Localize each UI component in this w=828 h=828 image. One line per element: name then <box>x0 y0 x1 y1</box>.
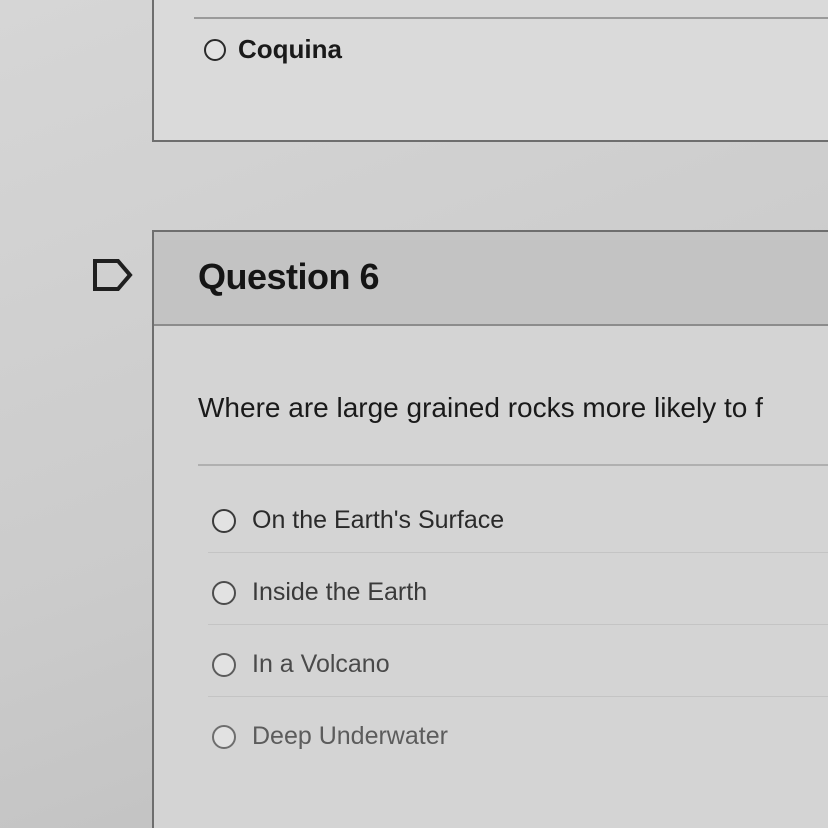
answer-option[interactable]: Inside the Earth <box>212 578 427 607</box>
answer-option-label: Inside the Earth <box>252 578 428 606</box>
answer-separator <box>208 624 828 625</box>
answer-option-label: Coquina <box>238 34 342 64</box>
answer-option-label: In a Volcano <box>252 650 390 678</box>
answer-separator <box>208 552 828 553</box>
answer-option-label: Deep Underwater <box>252 722 448 750</box>
question-divider <box>198 464 828 466</box>
question-card: Question 6 Where are large grained rocks… <box>152 230 828 828</box>
radio-unselected-icon[interactable] <box>212 508 236 533</box>
answer-option-coquina[interactable]: Coquina <box>204 34 342 65</box>
radio-unselected-icon[interactable] <box>212 580 236 605</box>
question-text: Where are large grained rocks more likel… <box>198 392 763 423</box>
question-title: Question 6 <box>198 256 380 297</box>
answer-option[interactable]: Deep Underwater <box>212 722 448 751</box>
radio-unselected-icon[interactable] <box>204 38 226 61</box>
answer-option[interactable]: In a Volcano <box>212 650 390 679</box>
answer-option[interactable]: On the Earth's Surface <box>212 506 504 535</box>
previous-question-divider <box>194 17 828 19</box>
previous-question-card: Coquina <box>152 0 828 142</box>
radio-unselected-icon[interactable] <box>212 652 236 677</box>
question-header: Question 6 <box>154 232 828 326</box>
radio-unselected-icon[interactable] <box>212 724 236 749</box>
question-body: Where are large grained rocks more likel… <box>154 326 828 828</box>
flag-icon[interactable] <box>92 258 134 292</box>
answer-option-label: On the Earth's Surface <box>252 506 505 534</box>
answer-separator <box>208 696 828 697</box>
